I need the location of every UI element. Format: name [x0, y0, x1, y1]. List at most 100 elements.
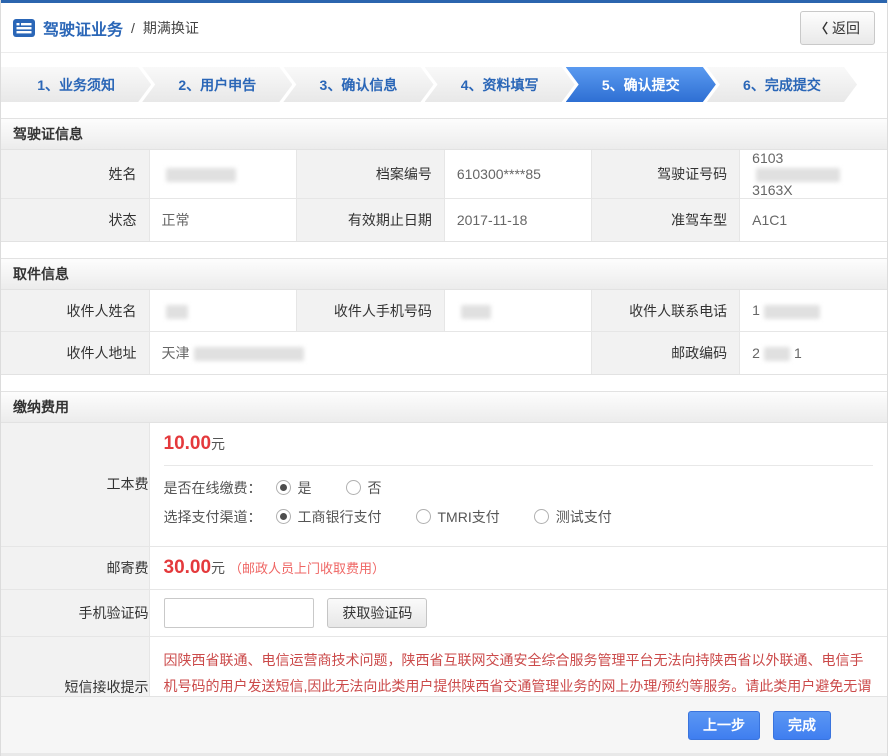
- recipient-mobile-label: 收件人手机号码: [296, 290, 444, 332]
- pay-channel-radio-group: 选择支付渠道： 工商银行支付 TMRI支付 测试支付: [164, 507, 874, 527]
- step-wizard-tail: [857, 67, 887, 102]
- license-menu-icon: [13, 19, 35, 37]
- pickup-info-section-title: 取件信息: [1, 258, 887, 290]
- redacted-recipient-phone: [764, 305, 820, 319]
- payment-table: 工本费 10.00元 是否在线缴费： 是 否: [1, 423, 887, 737]
- page-title: 驾驶证业务: [43, 16, 123, 40]
- vehicle-class-value: A1C1: [740, 199, 887, 241]
- table-row: 状态 正常 有效期止日期 2017-11-18 准驾车型 A1C1: [1, 199, 887, 241]
- license-info-table: 姓名 档案编号 610300****85 驾驶证号码 61033163X 状态 …: [1, 150, 887, 241]
- license-no-prefix: 6103: [752, 150, 783, 166]
- production-fee-cell: 10.00元 是否在线缴费： 是 否: [149, 423, 887, 547]
- sms-code-cell: 获取验证码: [149, 589, 887, 636]
- prev-step-button[interactable]: 上一步: [688, 711, 760, 740]
- production-fee-amount-line: 10.00元: [164, 433, 874, 455]
- production-fee-amount: 10.00: [164, 433, 212, 454]
- header: 驾驶证业务 / 期满换证 〈 返回: [1, 3, 887, 53]
- redacted-postcode: [764, 347, 790, 361]
- step-1-business-notice[interactable]: 1、业务须知: [1, 67, 151, 102]
- step-2-user-declaration[interactable]: 2、用户申告: [142, 67, 292, 102]
- address-prefix: 天津: [162, 345, 190, 361]
- online-pay-question: 是否在线缴费：: [164, 478, 262, 498]
- redacted-recipient-mobile: [461, 305, 491, 319]
- license-no-label: 驾驶证号码: [592, 150, 740, 199]
- recipient-phone-label: 收件人联系电话: [592, 290, 740, 332]
- table-row: 工本费 10.00元 是否在线缴费： 是 否: [1, 423, 887, 547]
- expiry-value: 2017-11-18: [444, 199, 591, 241]
- back-button[interactable]: 〈 返回: [800, 11, 875, 45]
- payment-section: 缴纳费用 工本费 10.00元 是否在线缴费： 是: [1, 391, 887, 738]
- license-no-value: 61033163X: [740, 150, 887, 199]
- recipient-name-label: 收件人姓名: [1, 290, 149, 332]
- online-pay-no-label: 否: [368, 478, 382, 498]
- radio-unchecked-icon[interactable]: [346, 480, 361, 495]
- back-button-label: 返回: [832, 18, 860, 38]
- address-value: 天津: [149, 332, 592, 374]
- table-row: 手机验证码 获取验证码: [1, 589, 887, 636]
- status-label: 状态: [1, 199, 149, 241]
- recipient-phone-prefix: 1: [752, 302, 760, 318]
- radio-unchecked-icon[interactable]: [534, 509, 549, 524]
- pickup-info-section: 取件信息 收件人姓名 收件人手机号码 收件人联系电话 1 收件人地址 天津 邮政…: [1, 258, 887, 375]
- file-no-label: 档案编号: [296, 150, 444, 199]
- step-3-confirm-info[interactable]: 3、确认信息: [283, 67, 433, 102]
- redacted-recipient-name: [166, 305, 188, 319]
- expiry-label: 有效期止日期: [296, 199, 444, 241]
- license-info-section-title: 驾驶证信息: [1, 118, 887, 150]
- channel-test-label: 测试支付: [556, 507, 612, 527]
- postage-fee-unit: 元: [211, 560, 225, 576]
- radio-checked-icon[interactable]: [276, 480, 291, 495]
- online-pay-no-option[interactable]: 否: [346, 478, 382, 498]
- pickup-info-table: 收件人姓名 收件人手机号码 收件人联系电话 1 收件人地址 天津 邮政编码 21: [1, 290, 887, 374]
- breadcrumb-separator: /: [131, 20, 135, 36]
- recipient-mobile-value: [444, 290, 591, 332]
- page: 驾驶证业务 / 期满换证 〈 返回 1、业务须知 2、用户申告 3、确认信息 4…: [0, 0, 888, 756]
- step-6-complete-submit[interactable]: 6、完成提交: [707, 67, 857, 102]
- step-4-fill-data[interactable]: 4、资料填写: [425, 67, 575, 102]
- postcode-label: 邮政编码: [592, 332, 740, 374]
- footer-action-bar: 上一步 完成: [1, 696, 887, 756]
- step-5-confirm-submit[interactable]: 5、确认提交: [566, 67, 716, 102]
- name-value: [149, 150, 296, 199]
- radio-unchecked-icon[interactable]: [416, 509, 431, 524]
- finish-button[interactable]: 完成: [773, 711, 831, 740]
- vehicle-class-label: 准驾车型: [592, 199, 740, 241]
- step-wizard: 1、业务须知 2、用户申告 3、确认信息 4、资料填写 5、确认提交 6、完成提…: [1, 67, 887, 102]
- online-pay-yes-label: 是: [298, 478, 312, 498]
- channel-test-option[interactable]: 测试支付: [534, 507, 612, 527]
- channel-icbc-label: 工商银行支付: [298, 507, 382, 527]
- channel-tmri-label: TMRI支付: [438, 507, 500, 527]
- redacted-license-no: [756, 168, 840, 182]
- name-label: 姓名: [1, 150, 149, 199]
- recipient-phone-value: 1: [740, 290, 887, 332]
- postage-fee-amount: 30.00: [164, 557, 212, 578]
- radio-checked-icon[interactable]: [276, 509, 291, 524]
- table-row: 邮寄费 30.00元 （邮政人员上门收取费用）: [1, 546, 887, 589]
- postage-fee-label: 邮寄费: [1, 546, 149, 589]
- recipient-name-value: [149, 290, 296, 332]
- status-value: 正常: [149, 199, 296, 241]
- breadcrumb: 驾驶证业务 / 期满换证: [13, 16, 199, 40]
- online-pay-yes-option[interactable]: 是: [276, 478, 312, 498]
- back-chevron-icon: 〈: [815, 18, 828, 37]
- channel-tmri-option[interactable]: TMRI支付: [416, 507, 500, 527]
- pay-channel-question: 选择支付渠道：: [164, 507, 262, 527]
- sms-code-label: 手机验证码: [1, 589, 149, 636]
- postage-fee-note: （邮政人员上门收取费用）: [229, 561, 385, 576]
- breadcrumb-current: 期满换证: [143, 18, 199, 38]
- get-code-button[interactable]: 获取验证码: [327, 598, 427, 628]
- table-row: 收件人姓名 收件人手机号码 收件人联系电话 1: [1, 290, 887, 332]
- sms-code-input[interactable]: [164, 598, 314, 628]
- payment-section-title: 缴纳费用: [1, 391, 887, 423]
- postcode-prefix: 2: [752, 345, 760, 361]
- production-fee-unit: 元: [211, 436, 225, 452]
- redacted-name: [166, 168, 236, 182]
- table-row: 姓名 档案编号 610300****85 驾驶证号码 61033163X: [1, 150, 887, 199]
- postage-fee-cell: 30.00元 （邮政人员上门收取费用）: [149, 546, 887, 589]
- postcode-value: 21: [740, 332, 887, 374]
- address-label: 收件人地址: [1, 332, 149, 374]
- channel-icbc-option[interactable]: 工商银行支付: [276, 507, 382, 527]
- online-pay-radio-group: 是否在线缴费： 是 否: [164, 478, 874, 498]
- production-fee-label: 工本费: [1, 423, 149, 547]
- postcode-suffix: 1: [794, 345, 802, 361]
